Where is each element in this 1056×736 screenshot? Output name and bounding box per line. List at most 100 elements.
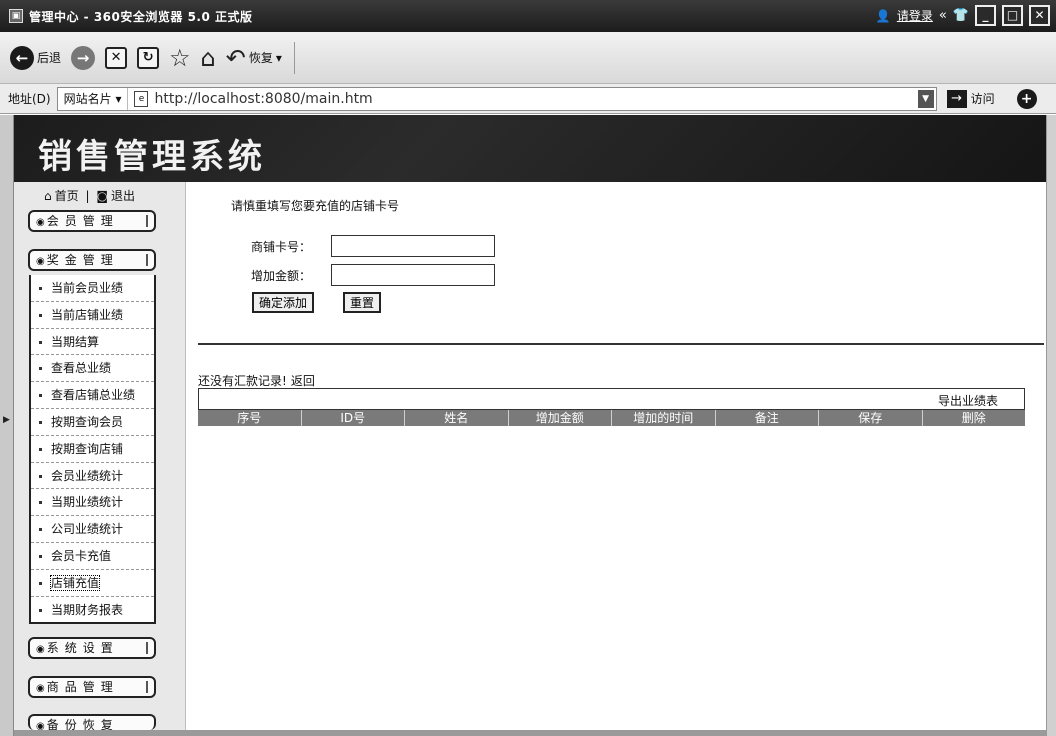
refresh-icon: ↻: [137, 46, 160, 69]
submenu-item[interactable]: 当期业绩统计: [31, 489, 154, 517]
submenu-label: 按期查询店铺: [51, 441, 124, 456]
restore-button[interactable]: ↶ 恢复 ▾: [226, 46, 282, 70]
submenu-item[interactable]: 当期结算: [31, 329, 154, 356]
window-title: 管理中心 - 360安全浏览器 5.0 正式版: [29, 9, 253, 24]
banner-title: 销售管理系统: [38, 137, 266, 177]
go-button[interactable]: 访问: [971, 90, 995, 107]
card-number-label: 商铺卡号：: [251, 239, 312, 254]
menu-member-management[interactable]: ◉ 会员管理: [28, 210, 156, 232]
address-label: 地址(D): [8, 92, 51, 106]
user-icon: 👤: [875, 8, 891, 23]
bullet-icon: [39, 474, 42, 478]
submenu-item[interactable]: 查看总业绩: [31, 355, 154, 383]
home-icon: ⌂: [200, 43, 216, 72]
bullet-icon: [39, 608, 42, 612]
back-link[interactable]: 返回: [291, 374, 315, 388]
card-number-row: 商铺卡号：: [251, 235, 495, 257]
records-table-header: 序号 ID号 姓名 增加金额 增加的时间 备注 保存 删除: [198, 410, 1025, 426]
link-separator: |: [85, 189, 90, 203]
reset-button[interactable]: 重置: [343, 292, 382, 313]
url-text[interactable]: http://localhost:8080/main.htm: [154, 91, 372, 107]
menu-product-management[interactable]: ◉ 商品管理: [28, 676, 156, 698]
column-header: 增加的时间: [612, 410, 716, 426]
home-button[interactable]: ⌂: [201, 46, 216, 70]
browser-title-bar: ▣ 管理中心 - 360安全浏览器 5.0 正式版 👤 请登录 « 👕 _ □ …: [0, 0, 1056, 32]
skin-icon[interactable]: 👕: [953, 8, 969, 23]
sidebar-toggle-strip[interactable]: ▶: [0, 115, 14, 736]
empty-records-message: 还没有汇款记录! 返回: [198, 372, 315, 389]
title-bar-controls: 👤 请登录 « 👕 _ □ ✕: [876, 5, 1050, 26]
amount-input[interactable]: [331, 264, 495, 286]
column-header: 姓名: [405, 410, 509, 426]
submenu-item[interactable]: 按期查询店铺: [31, 436, 154, 463]
bullet-icon: [39, 447, 42, 451]
menu-bar-icon: [146, 642, 148, 654]
bullet-icon: [39, 394, 42, 398]
forward-button[interactable]: →: [71, 45, 96, 70]
site-names-dropdown[interactable]: 网站名片 ▾: [58, 87, 129, 110]
menu-label: 奖金管理: [46, 253, 119, 267]
address-dropdown-icon[interactable]: ▼: [917, 89, 934, 108]
submenu-label: 会员卡充值: [51, 548, 112, 563]
sidebar: ⌂ 首页 | ◙ 退出 ◉ 会员管理 ◉ 奖金管理 当前会员业绩 当前店铺业绩 当期结算…: [14, 182, 186, 730]
menu-bar-icon: [146, 254, 148, 266]
empty-records-text: 还没有汇款记录!: [198, 374, 287, 388]
logout-icon[interactable]: ◙: [96, 189, 108, 203]
submenu-item[interactable]: 当前会员业绩: [31, 275, 154, 302]
menu-backup-restore[interactable]: ◉ 备份恢复: [28, 714, 156, 730]
login-link[interactable]: 请登录: [897, 7, 933, 24]
restore-label: 恢复: [248, 51, 273, 65]
submenu-item[interactable]: 公司业绩统计: [31, 516, 154, 543]
submenu-item[interactable]: 查看店铺总业绩: [31, 382, 154, 409]
right-edge: [1046, 115, 1056, 736]
shield-icon[interactable]: +: [1016, 88, 1037, 109]
form-heading: 请慎重填写您要充值的店铺卡号: [231, 199, 400, 213]
star-icon: ☆: [169, 43, 191, 72]
bullet-icon: [39, 554, 42, 558]
column-header: ID号: [302, 410, 405, 426]
submenu-label: 会员业绩统计: [51, 468, 124, 483]
expand-arrow-icon[interactable]: ▶: [3, 415, 10, 425]
submenu-label: 当前会员业绩: [51, 281, 124, 295]
submenu-item[interactable]: 按期查询会员: [31, 409, 154, 436]
column-header: 保存: [819, 410, 923, 426]
close-button[interactable]: ✕: [1029, 5, 1050, 26]
forward-arrow-icon: →: [71, 45, 96, 70]
main-content: 请慎重填写您要充值的店铺卡号 商铺卡号： 增加金额： 确定添加 重置 还没有汇款…: [187, 182, 1046, 730]
submenu-item[interactable]: 会员业绩统计: [31, 463, 154, 490]
section-divider: [198, 343, 1044, 345]
address-field[interactable]: 网站名片 ▾ e http://localhost:8080/main.htm …: [56, 86, 937, 111]
submenu-item[interactable]: 会员卡充值: [31, 543, 154, 570]
back-button[interactable]: ← 后退: [10, 45, 62, 70]
menu-label: 备份恢复: [46, 718, 119, 730]
menu-bullet-icon: ◉: [36, 644, 45, 655]
export-report-link[interactable]: 导出业绩表: [938, 392, 998, 409]
menu-bonus-management[interactable]: ◉ 奖金管理: [28, 249, 156, 271]
go-arrow-icon[interactable]: →: [946, 89, 967, 108]
bullet-icon: [39, 501, 42, 505]
minimize-button[interactable]: _: [975, 5, 996, 26]
submenu-label: 查看店铺总业绩: [51, 388, 136, 403]
menu-bullet-icon: ◉: [36, 217, 45, 228]
card-number-input[interactable]: [331, 235, 495, 257]
maximize-button[interactable]: □: [1002, 5, 1023, 26]
home-link[interactable]: 首页: [55, 189, 79, 203]
collapse-icon[interactable]: «: [939, 8, 947, 23]
submenu-item-active[interactable]: 店铺充值: [31, 570, 154, 597]
home-icon[interactable]: ⌂: [44, 189, 52, 203]
chevron-down-icon: ▾: [275, 50, 282, 65]
column-header: 序号: [198, 410, 302, 426]
submenu-label: 查看总业绩: [51, 361, 112, 376]
menu-system-settings[interactable]: ◉ 系统设置: [28, 637, 156, 659]
refresh-button[interactable]: ↻: [137, 46, 160, 69]
submenu-item[interactable]: 当前店铺业绩: [31, 302, 154, 329]
menu-bar-icon: [146, 681, 148, 693]
submit-add-button[interactable]: 确定添加: [252, 292, 315, 313]
site-banner: 销售管理系统: [14, 115, 1046, 182]
back-label: 后退: [37, 51, 62, 65]
stop-button[interactable]: ✕: [105, 46, 128, 69]
logout-link[interactable]: 退出: [111, 189, 135, 203]
favorites-button[interactable]: ☆: [169, 46, 191, 70]
submenu-item[interactable]: 当期财务报表: [31, 597, 154, 624]
amount-row: 增加金额：: [251, 264, 495, 286]
